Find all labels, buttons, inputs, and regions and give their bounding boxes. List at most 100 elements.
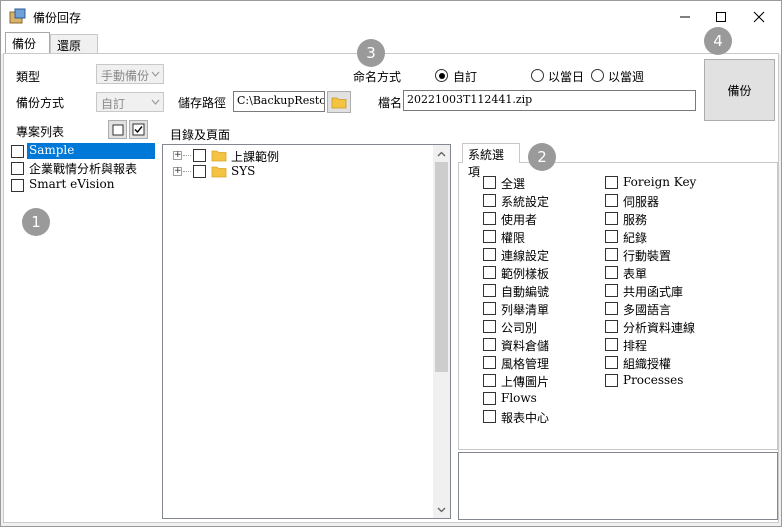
option-checkbox[interactable] [605,266,618,279]
option-label: 組織授權 [623,357,672,371]
option-item[interactable]: 多國語言 [605,301,745,317]
option-item[interactable]: 資料倉儲 [483,337,623,353]
option-item[interactable]: Foreign Key [605,175,745,191]
list-item[interactable]: Sample [11,143,171,160]
option-item[interactable]: 服務 [605,211,745,227]
option-label: 全選 [501,177,526,191]
option-checkbox[interactable] [605,356,618,369]
option-item[interactable]: 權限 [483,229,623,245]
naming-radio-custom[interactable] [435,69,448,82]
tree-node-checkbox[interactable] [193,149,206,162]
directory-tree[interactable]: + 上課範例 + SYS [162,144,451,519]
option-checkbox[interactable] [605,302,618,315]
option-item[interactable]: 紀錄 [605,229,745,245]
option-item[interactable]: Processes [605,373,745,389]
option-checkbox[interactable] [483,374,496,387]
option-checkbox[interactable] [483,320,496,333]
tab-restore[interactable]: 還原 [50,34,98,54]
option-label: 使用者 [501,213,538,227]
option-checkbox[interactable] [605,176,618,189]
tree-connector [183,171,191,172]
option-item[interactable]: 列舉清單 [483,301,623,317]
option-checkbox[interactable] [605,194,618,207]
option-checkbox[interactable] [483,266,496,279]
select-all-button[interactable] [129,120,148,139]
option-item[interactable]: 行動裝置 [605,247,745,263]
option-item[interactable]: 伺服器 [605,193,745,209]
project-checkbox[interactable] [11,179,24,192]
scroll-thumb[interactable] [435,162,448,372]
project-name: Sample [27,143,155,159]
tree-node-checkbox[interactable] [193,165,206,178]
backup-button[interactable]: 備份 [704,59,775,121]
option-checkbox[interactable] [605,320,618,333]
tab-backup[interactable]: 備份 [5,32,50,54]
list-item[interactable]: Smart eVision [11,177,171,194]
tree-node[interactable]: + SYS [173,164,413,180]
tab-system-options[interactable]: 系統選項 [462,143,520,179]
folder-icon [211,150,227,162]
filename-input[interactable]: 20221003T112441.zip [403,90,696,111]
option-checkbox[interactable] [605,374,618,387]
option-item[interactable]: 範例樣板 [483,265,623,281]
option-checkbox[interactable] [483,284,496,297]
option-item[interactable]: 排程 [605,337,745,353]
naming-radio-day[interactable] [531,69,544,82]
deselect-all-button[interactable] [108,120,127,139]
close-button[interactable] [741,1,777,32]
option-label: 共用函式庫 [623,285,684,299]
option-item[interactable]: Flows [483,391,623,407]
option-item[interactable]: 連線設定 [483,247,623,263]
option-checkbox[interactable] [483,356,496,369]
message-box[interactable] [458,452,778,520]
option-item[interactable]: 使用者 [483,211,623,227]
option-checkbox[interactable] [483,410,496,423]
callout-badge-4: 4 [704,27,732,55]
option-checkbox[interactable] [483,302,496,315]
scroll-down-button[interactable] [433,501,450,518]
option-label: 表單 [623,267,648,281]
project-checkbox[interactable] [11,145,24,158]
mode-select[interactable]: 自訂 [96,92,164,112]
option-item[interactable]: 共用函式庫 [605,283,745,299]
option-checkbox[interactable] [605,284,618,297]
option-item[interactable]: 上傳圖片 [483,373,623,389]
option-checkbox[interactable] [483,248,496,261]
option-item[interactable]: 風格管理 [483,355,623,371]
option-checkbox[interactable] [483,176,496,189]
option-checkbox[interactable] [605,248,618,261]
option-checkbox[interactable] [483,212,496,225]
option-item[interactable]: 全選 [483,175,623,191]
list-item[interactable]: 企業戰情分析與報表 [11,160,171,177]
option-checkbox[interactable] [483,194,496,207]
app-icon [9,8,26,24]
option-checkbox[interactable] [483,338,496,351]
naming-radio-week[interactable] [591,69,604,82]
expand-icon[interactable]: + [173,151,182,160]
option-item[interactable]: 分析資料連線 [605,319,745,335]
scroll-up-button[interactable] [433,145,450,162]
maximize-icon [716,11,726,22]
option-checkbox[interactable] [483,392,496,405]
option-checkbox[interactable] [605,230,618,243]
option-item[interactable]: 表單 [605,265,745,281]
option-item[interactable]: 報表中心 [483,409,623,425]
option-checkbox[interactable] [605,212,618,225]
browse-folder-button[interactable] [327,91,351,113]
title-bar: 備份回存 [1,1,781,32]
option-item[interactable]: 自動編號 [483,283,623,299]
checked-checkbox-icon [132,123,145,136]
path-input[interactable]: C:\BackupRestor [233,91,325,112]
option-item[interactable]: 組織授權 [605,355,745,371]
minimize-button[interactable] [667,1,703,32]
option-checkbox[interactable] [605,338,618,351]
expand-icon[interactable]: + [173,167,182,176]
option-item[interactable]: 公司別 [483,319,623,335]
project-checkbox[interactable] [11,162,24,175]
callout-badge-2: 2 [528,143,556,171]
type-select[interactable]: 手動備份 [96,64,164,84]
tree-scrollbar[interactable] [433,145,450,518]
option-checkbox[interactable] [483,230,496,243]
option-item[interactable]: 系統設定 [483,193,623,209]
tree-node[interactable]: + 上課範例 [173,148,413,164]
